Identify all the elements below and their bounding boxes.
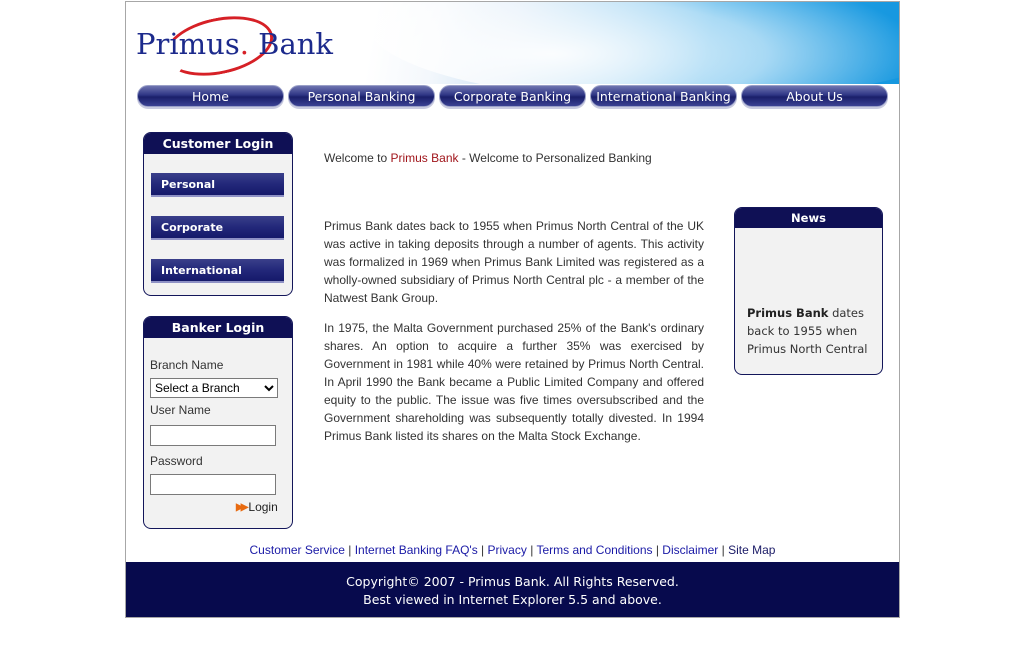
nav-corporate-banking[interactable]: Corporate Banking — [439, 85, 586, 107]
corporate-login-button[interactable]: Corporate — [151, 216, 284, 240]
personal-login-button[interactable]: Personal — [151, 173, 284, 197]
about-paragraph-2: In 1975, the Malta Government purchased … — [324, 321, 704, 443]
welcome-line: Welcome to Primus Bank - Welcome to Pers… — [324, 151, 652, 165]
branch-select[interactable]: Select a Branch — [150, 378, 278, 398]
nav-international-banking[interactable]: International Banking — [590, 85, 737, 107]
link-faq[interactable]: Internet Banking FAQ's — [355, 543, 478, 557]
link-privacy[interactable]: Privacy — [488, 543, 527, 557]
customer-login-title: Customer Login — [144, 133, 292, 154]
footer-links: Customer Service | Internet Banking FAQ'… — [249, 543, 776, 557]
about-paragraph-1: Primus Bank dates back to 1955 when Prim… — [324, 219, 704, 305]
primus-bank-logo[interactable]: Primus. Bank — [136, 7, 336, 84]
password-input[interactable] — [150, 474, 276, 495]
nav-home[interactable]: Home — [137, 85, 284, 107]
nav-about-us[interactable]: About Us — [741, 85, 888, 107]
banner-swoosh — [366, 2, 899, 84]
banker-login-box: Banker Login Branch Name Select a Branch… — [143, 316, 293, 529]
news-title: News — [735, 208, 882, 228]
nav-personal-banking[interactable]: Personal Banking — [288, 85, 435, 107]
banker-login-title: Banker Login — [144, 317, 292, 338]
news-item[interactable]: Primus Bank dates back to 1955 when Prim… — [747, 304, 877, 358]
main-nav: Home Personal Banking Corporate Banking … — [137, 85, 889, 110]
double-arrow-icon: ▶▶ — [236, 501, 249, 513]
login-button[interactable]: ▶▶ Login — [236, 500, 278, 514]
login-label: Login — [248, 500, 278, 514]
password-label: Password — [150, 454, 203, 468]
customer-login-box: Customer Login Personal Corporate Intern… — [143, 132, 293, 296]
link-site-map[interactable]: Site Map — [728, 543, 775, 557]
copyright-text: Copyright© 2007 - Primus Bank. All Right… — [346, 574, 679, 589]
branch-name-label: Branch Name — [150, 358, 224, 372]
link-disclaimer[interactable]: Disclaimer — [662, 543, 718, 557]
user-name-label: User Name — [150, 403, 211, 417]
header-banner: Primus. Bank — [126, 2, 899, 84]
welcome-brand: Primus Bank — [390, 151, 459, 165]
footer-bar: Copyright© 2007 - Primus Bank. All Right… — [126, 562, 899, 617]
browser-note: Best viewed in Internet Explorer 5.5 and… — [363, 592, 662, 607]
user-name-input[interactable] — [150, 425, 276, 446]
link-customer-service[interactable]: Customer Service — [250, 543, 345, 557]
international-login-button[interactable]: International — [151, 259, 284, 283]
logo-text: Primus. Bank — [136, 27, 334, 61]
page-frame: Primus. Bank Home Personal Banking Corpo… — [125, 1, 900, 618]
news-box: News Primus Bank dates back to 1955 when… — [734, 207, 883, 375]
link-terms[interactable]: Terms and Conditions — [536, 543, 652, 557]
